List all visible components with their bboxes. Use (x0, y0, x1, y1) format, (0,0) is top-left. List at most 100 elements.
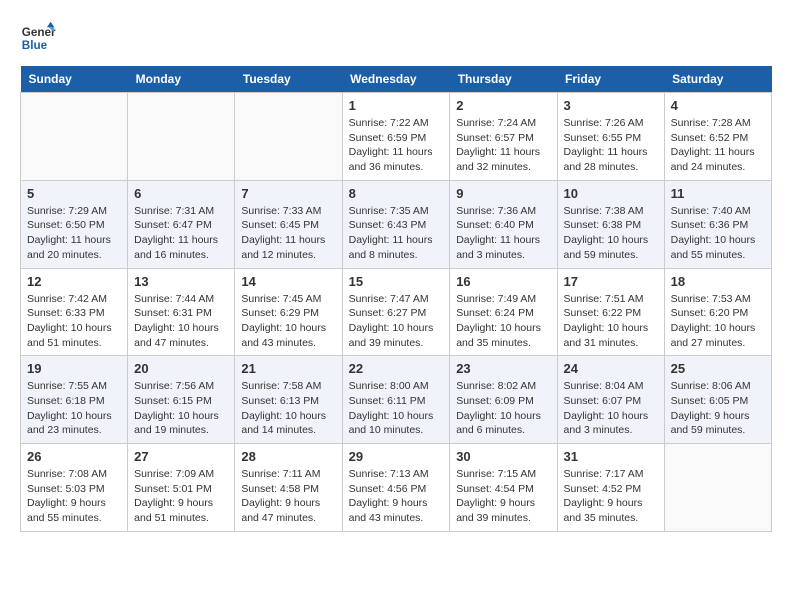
calendar-cell: 7 Sunrise: 7:33 AM Sunset: 6:45 PM Daylig… (235, 180, 342, 268)
day-number: 3 (564, 98, 658, 113)
day-number: 7 (241, 186, 335, 201)
day-number: 31 (564, 449, 658, 464)
calendar-cell (21, 93, 128, 181)
day-number: 12 (27, 274, 121, 289)
day-info: Sunrise: 7:40 AM Sunset: 6:36 PM Dayligh… (671, 204, 765, 263)
calendar-cell: 5 Sunrise: 7:29 AM Sunset: 6:50 PM Daylig… (21, 180, 128, 268)
day-number: 11 (671, 186, 765, 201)
weekday-header: Thursday (450, 66, 557, 93)
day-info: Sunrise: 7:55 AM Sunset: 6:18 PM Dayligh… (27, 379, 121, 438)
day-info: Sunrise: 7:11 AM Sunset: 4:58 PM Dayligh… (241, 467, 335, 526)
day-number: 25 (671, 361, 765, 376)
day-number: 17 (564, 274, 658, 289)
weekday-header: Tuesday (235, 66, 342, 93)
page-header: General Blue (20, 20, 772, 56)
day-number: 8 (349, 186, 444, 201)
calendar-cell: 22 Sunrise: 8:00 AM Sunset: 6:11 PM Dayli… (342, 356, 450, 444)
day-info: Sunrise: 7:58 AM Sunset: 6:13 PM Dayligh… (241, 379, 335, 438)
calendar-cell: 17Sunrise: 7:51 AM Sunset: 6:22 PM Dayli… (557, 268, 664, 356)
calendar-cell: 26 Sunrise: 7:08 AM Sunset: 5:03 PM Dayli… (21, 444, 128, 532)
calendar-cell: 14 Sunrise: 7:45 AM Sunset: 6:29 PM Dayli… (235, 268, 342, 356)
day-number: 26 (27, 449, 121, 464)
calendar-week-row: 5 Sunrise: 7:29 AM Sunset: 6:50 PM Daylig… (21, 180, 772, 268)
calendar-cell: 27 Sunrise: 7:09 AM Sunset: 5:01 PM Dayli… (128, 444, 235, 532)
day-number: 1 (349, 98, 444, 113)
calendar-cell: 8 Sunrise: 7:35 AM Sunset: 6:43 PM Daylig… (342, 180, 450, 268)
calendar-cell: 13Sunrise: 7:44 AM Sunset: 6:31 PM Dayli… (128, 268, 235, 356)
day-info: Sunrise: 8:04 AM Sunset: 6:07 PM Dayligh… (564, 379, 658, 438)
calendar-cell: 21 Sunrise: 7:58 AM Sunset: 6:13 PM Dayli… (235, 356, 342, 444)
weekday-header: Saturday (664, 66, 771, 93)
calendar-week-row: 19 Sunrise: 7:55 AM Sunset: 6:18 PM Dayli… (21, 356, 772, 444)
day-number: 18 (671, 274, 765, 289)
weekday-header: Friday (557, 66, 664, 93)
calendar-cell: 10Sunrise: 7:38 AM Sunset: 6:38 PM Dayli… (557, 180, 664, 268)
day-number: 24 (564, 361, 658, 376)
day-info: Sunrise: 7:35 AM Sunset: 6:43 PM Dayligh… (349, 204, 444, 263)
day-number: 4 (671, 98, 765, 113)
day-number: 9 (456, 186, 550, 201)
day-number: 29 (349, 449, 444, 464)
calendar-cell (664, 444, 771, 532)
calendar-cell: 20 Sunrise: 7:56 AM Sunset: 6:15 PM Dayli… (128, 356, 235, 444)
day-number: 6 (134, 186, 228, 201)
day-info: Sunrise: 8:06 AM Sunset: 6:05 PM Dayligh… (671, 379, 765, 438)
calendar-cell: 9Sunrise: 7:36 AM Sunset: 6:40 PM Daylig… (450, 180, 557, 268)
day-number: 28 (241, 449, 335, 464)
day-number: 27 (134, 449, 228, 464)
day-info: Sunrise: 7:13 AM Sunset: 4:56 PM Dayligh… (349, 467, 444, 526)
calendar-week-row: 1 Sunrise: 7:22 AM Sunset: 6:59 PM Daylig… (21, 93, 772, 181)
day-info: Sunrise: 7:29 AM Sunset: 6:50 PM Dayligh… (27, 204, 121, 263)
calendar-cell (128, 93, 235, 181)
calendar-header-row: SundayMondayTuesdayWednesdayThursdayFrid… (21, 66, 772, 93)
day-number: 20 (134, 361, 228, 376)
calendar-cell: 29 Sunrise: 7:13 AM Sunset: 4:56 PM Dayli… (342, 444, 450, 532)
day-number: 22 (349, 361, 444, 376)
calendar-cell: 23 Sunrise: 8:02 AM Sunset: 6:09 PM Dayli… (450, 356, 557, 444)
calendar-cell: 11 Sunrise: 7:40 AM Sunset: 6:36 PM Dayli… (664, 180, 771, 268)
calendar-cell: 30Sunrise: 7:15 AM Sunset: 4:54 PM Dayli… (450, 444, 557, 532)
calendar-table: SundayMondayTuesdayWednesdayThursdayFrid… (20, 66, 772, 532)
calendar-cell: 19 Sunrise: 7:55 AM Sunset: 6:18 PM Dayli… (21, 356, 128, 444)
calendar-cell: 6Sunrise: 7:31 AM Sunset: 6:47 PM Daylig… (128, 180, 235, 268)
calendar-cell: 24 Sunrise: 8:04 AM Sunset: 6:07 PM Dayli… (557, 356, 664, 444)
calendar-cell: 18 Sunrise: 7:53 AM Sunset: 6:20 PM Dayli… (664, 268, 771, 356)
day-number: 21 (241, 361, 335, 376)
calendar-cell: 1 Sunrise: 7:22 AM Sunset: 6:59 PM Daylig… (342, 93, 450, 181)
day-number: 2 (456, 98, 550, 113)
day-info: Sunrise: 7:22 AM Sunset: 6:59 PM Dayligh… (349, 116, 444, 175)
day-info: Sunrise: 7:45 AM Sunset: 6:29 PM Dayligh… (241, 292, 335, 351)
day-info: Sunrise: 7:08 AM Sunset: 5:03 PM Dayligh… (27, 467, 121, 526)
calendar-week-row: 26 Sunrise: 7:08 AM Sunset: 5:03 PM Dayli… (21, 444, 772, 532)
calendar-cell: 28 Sunrise: 7:11 AM Sunset: 4:58 PM Dayli… (235, 444, 342, 532)
calendar-cell: 31 Sunrise: 7:17 AM Sunset: 4:52 PM Dayli… (557, 444, 664, 532)
day-info: Sunrise: 7:47 AM Sunset: 6:27 PM Dayligh… (349, 292, 444, 351)
logo-icon: General Blue (20, 20, 56, 56)
day-info: Sunrise: 7:15 AM Sunset: 4:54 PM Dayligh… (456, 467, 550, 526)
day-number: 16 (456, 274, 550, 289)
day-info: Sunrise: 7:24 AM Sunset: 6:57 PM Dayligh… (456, 116, 550, 175)
calendar-cell: 12Sunrise: 7:42 AM Sunset: 6:33 PM Dayli… (21, 268, 128, 356)
day-info: Sunrise: 7:17 AM Sunset: 4:52 PM Dayligh… (564, 467, 658, 526)
day-number: 14 (241, 274, 335, 289)
calendar-week-row: 12Sunrise: 7:42 AM Sunset: 6:33 PM Dayli… (21, 268, 772, 356)
weekday-header: Wednesday (342, 66, 450, 93)
calendar-cell (235, 93, 342, 181)
day-info: Sunrise: 8:02 AM Sunset: 6:09 PM Dayligh… (456, 379, 550, 438)
calendar-cell: 16Sunrise: 7:49 AM Sunset: 6:24 PM Dayli… (450, 268, 557, 356)
svg-text:Blue: Blue (22, 39, 48, 52)
day-info: Sunrise: 7:56 AM Sunset: 6:15 PM Dayligh… (134, 379, 228, 438)
calendar-cell: 4Sunrise: 7:28 AM Sunset: 6:52 PM Daylig… (664, 93, 771, 181)
day-number: 23 (456, 361, 550, 376)
calendar-cell: 3Sunrise: 7:26 AM Sunset: 6:55 PM Daylig… (557, 93, 664, 181)
day-info: Sunrise: 7:53 AM Sunset: 6:20 PM Dayligh… (671, 292, 765, 351)
calendar-cell: 15Sunrise: 7:47 AM Sunset: 6:27 PM Dayli… (342, 268, 450, 356)
day-info: Sunrise: 7:44 AM Sunset: 6:31 PM Dayligh… (134, 292, 228, 351)
calendar-cell: 25 Sunrise: 8:06 AM Sunset: 6:05 PM Dayli… (664, 356, 771, 444)
day-number: 5 (27, 186, 121, 201)
day-number: 19 (27, 361, 121, 376)
day-info: Sunrise: 8:00 AM Sunset: 6:11 PM Dayligh… (349, 379, 444, 438)
weekday-header: Sunday (21, 66, 128, 93)
day-info: Sunrise: 7:33 AM Sunset: 6:45 PM Dayligh… (241, 204, 335, 263)
day-info: Sunrise: 7:09 AM Sunset: 5:01 PM Dayligh… (134, 467, 228, 526)
